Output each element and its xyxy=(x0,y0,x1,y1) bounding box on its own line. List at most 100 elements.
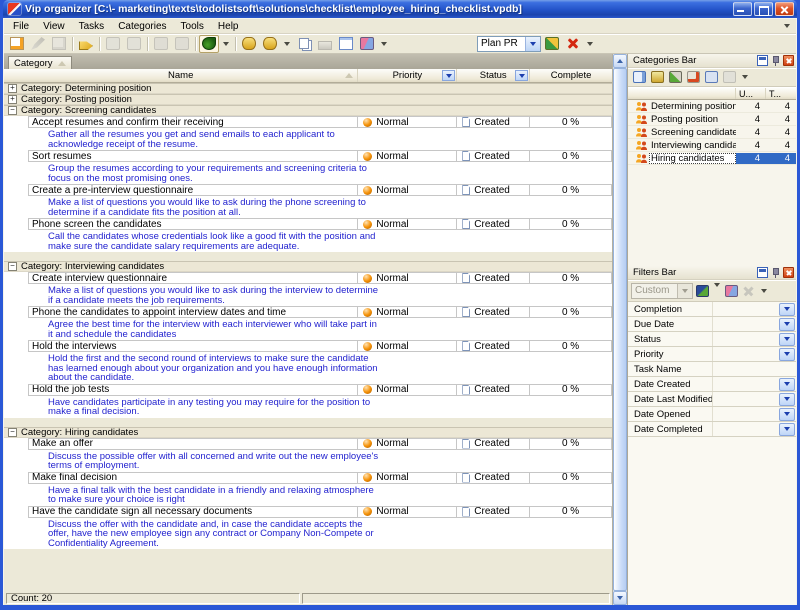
task-priority-cell[interactable]: Normal xyxy=(358,116,457,128)
scroll-thumb[interactable] xyxy=(613,68,627,591)
mark-incomplete-button[interactable] xyxy=(124,35,144,53)
task-priority-cell[interactable]: Normal xyxy=(358,184,457,196)
collapse-icon[interactable]: − xyxy=(8,262,17,271)
move-up-button[interactable] xyxy=(151,35,171,53)
plan-combo-dropdown[interactable] xyxy=(525,37,540,51)
task-status-cell[interactable]: Created xyxy=(457,184,530,196)
category-options-button[interactable] xyxy=(721,69,738,85)
move-down-button[interactable] xyxy=(172,35,192,53)
scroll-down-button[interactable] xyxy=(613,591,627,605)
filter-preset-combo[interactable]: Custom xyxy=(631,283,693,299)
filter-value-field[interactable] xyxy=(712,377,779,391)
toolbar-overflow-icon[interactable] xyxy=(587,42,593,46)
filter-value-field[interactable] xyxy=(712,302,779,316)
vertical-scrollbar[interactable] xyxy=(613,54,627,605)
filter-dropdown-button[interactable] xyxy=(779,423,795,436)
task-name-cell[interactable]: Make an offer xyxy=(28,438,358,450)
menu-categories[interactable]: Categories xyxy=(111,20,173,33)
delete-workspace-button[interactable] xyxy=(563,35,583,53)
filter-value-field[interactable] xyxy=(712,392,779,406)
collapse-icon[interactable]: − xyxy=(8,428,17,437)
task-name-cell[interactable]: Have the candidate sign all necessary do… xyxy=(28,506,358,518)
tags-button[interactable] xyxy=(76,35,96,53)
filters-toolbar-overflow-icon[interactable] xyxy=(761,289,767,293)
task-complete-cell[interactable]: 0 % xyxy=(530,340,612,352)
edit-category-button[interactable] xyxy=(667,69,684,85)
task-row[interactable]: Make final decisionNormalCreated0 % xyxy=(4,472,612,484)
task-row[interactable]: Phone screen the candidatesNormalCreated… xyxy=(4,218,612,230)
delete-category-button[interactable] xyxy=(685,69,702,85)
categories-uncompleted-column[interactable]: U... xyxy=(736,88,766,99)
task-name-cell[interactable]: Phone screen the candidates xyxy=(28,218,358,230)
filter-preset-dropdown[interactable] xyxy=(677,284,692,298)
filter-value-field[interactable] xyxy=(712,362,796,376)
task-priority-cell[interactable]: Normal xyxy=(358,272,457,284)
column-header-name[interactable]: Name xyxy=(4,69,358,82)
task-row[interactable]: Hold the job testsNormalCreated0 % xyxy=(4,384,612,396)
categories-total-column[interactable]: T... xyxy=(766,88,796,99)
filter-value-field[interactable] xyxy=(712,317,779,331)
task-status-cell[interactable]: Created xyxy=(457,384,530,396)
task-name-cell[interactable]: Accept resumes and confirm their receivi… xyxy=(28,116,358,128)
close-button[interactable] xyxy=(775,2,794,16)
new-subcategory-button[interactable] xyxy=(649,69,666,85)
categories-bar-float-button[interactable] xyxy=(757,55,768,66)
task-complete-cell[interactable]: 0 % xyxy=(530,272,612,284)
filter-dropdown-button[interactable] xyxy=(779,378,795,391)
toolbar-overflow-icon[interactable] xyxy=(284,42,290,46)
task-status-cell[interactable]: Created xyxy=(457,150,530,162)
task-priority-cell[interactable]: Normal xyxy=(358,306,457,318)
restore-database-button[interactable] xyxy=(260,35,280,53)
menu-file[interactable]: File xyxy=(6,20,36,33)
filter-dropdown-button[interactable] xyxy=(779,303,795,316)
task-complete-cell[interactable]: 0 % xyxy=(530,438,612,450)
toolbar-overflow-icon[interactable] xyxy=(223,42,229,46)
priority-filter-dropdown[interactable] xyxy=(442,70,455,81)
group-by-category-button[interactable]: Category xyxy=(8,56,72,69)
clear-filter-button[interactable] xyxy=(723,283,740,299)
categories-bar-close-button[interactable] xyxy=(783,55,794,66)
task-row[interactable]: Create interview questionnaireNormalCrea… xyxy=(4,272,612,284)
task-complete-cell[interactable]: 0 % xyxy=(530,306,612,318)
task-status-cell[interactable]: Created xyxy=(457,272,530,284)
category-group-row[interactable]: −Category: Interviewing candidates xyxy=(4,261,612,272)
task-status-cell[interactable]: Created xyxy=(457,438,530,450)
edit-filter-dropdown-icon[interactable] xyxy=(714,283,720,287)
filters-bar-float-button[interactable] xyxy=(757,267,768,278)
task-name-cell[interactable]: Phone the candidates to appoint intervie… xyxy=(28,306,358,318)
task-complete-cell[interactable]: 0 % xyxy=(530,116,612,128)
category-list-item[interactable]: Determining position44 xyxy=(628,100,796,113)
filters-bar-close-button[interactable] xyxy=(783,267,794,278)
filter-dropdown-button[interactable] xyxy=(779,393,795,406)
filter-dropdown-button[interactable] xyxy=(779,318,795,331)
task-name-cell[interactable]: Make final decision xyxy=(28,472,358,484)
task-row[interactable]: Create a pre-interview questionnaireNorm… xyxy=(4,184,612,196)
edit-task-button[interactable] xyxy=(28,35,48,53)
menu-overflow-icon[interactable] xyxy=(784,24,790,28)
task-status-cell[interactable]: Created xyxy=(457,506,530,518)
category-group-row[interactable]: −Category: Screening candidates xyxy=(4,105,612,116)
category-group-row[interactable]: +Category: Posting position xyxy=(4,94,612,105)
task-priority-cell[interactable]: Normal xyxy=(358,218,457,230)
task-name-cell[interactable]: Create a pre-interview questionnaire xyxy=(28,184,358,196)
edit-filter-button[interactable] xyxy=(694,283,711,299)
new-category-button[interactable] xyxy=(631,69,648,85)
expand-icon[interactable]: + xyxy=(8,95,17,104)
mark-complete-button[interactable] xyxy=(103,35,123,53)
task-status-cell[interactable]: Created xyxy=(457,218,530,230)
categories-toolbar-overflow-icon[interactable] xyxy=(742,75,748,79)
move-category-button[interactable] xyxy=(703,69,720,85)
filters-bar-pin-button[interactable] xyxy=(770,267,781,278)
preview-button[interactable] xyxy=(336,35,356,53)
filter-value-field[interactable] xyxy=(712,347,779,361)
categories-name-column[interactable] xyxy=(628,88,736,99)
task-complete-cell[interactable]: 0 % xyxy=(530,218,612,230)
delete-filter-button[interactable] xyxy=(740,283,757,299)
status-filter-dropdown[interactable] xyxy=(515,70,528,81)
filter-value-field[interactable] xyxy=(712,332,779,346)
filter-dropdown-button[interactable] xyxy=(779,408,795,421)
scroll-up-button[interactable] xyxy=(613,54,627,68)
duplicate-task-button[interactable] xyxy=(49,35,69,53)
column-header-status[interactable]: Status xyxy=(457,69,530,82)
task-priority-cell[interactable]: Normal xyxy=(358,438,457,450)
